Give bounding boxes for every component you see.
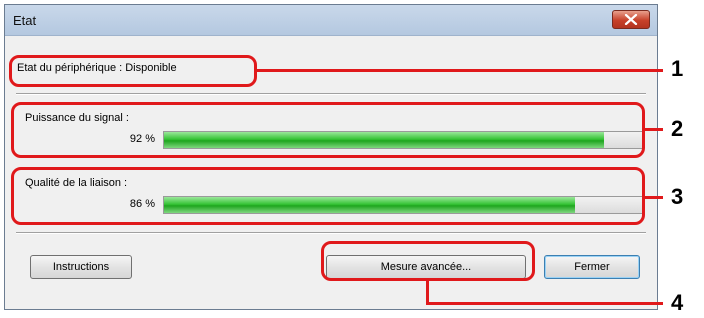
callout-line-3 — [645, 196, 663, 199]
callout-line-4-horizontal — [426, 302, 663, 305]
title-bar[interactable]: Etat — [5, 5, 657, 36]
callout-line-1 — [257, 69, 663, 72]
callout-line-2 — [645, 128, 663, 131]
callout-box-2 — [11, 102, 645, 158]
close-icon — [624, 14, 638, 25]
window-title: Etat — [13, 13, 37, 28]
callout-box-3 — [11, 167, 645, 225]
callout-number-3: 3 — [671, 184, 684, 209]
separator — [16, 232, 646, 234]
callout-number-2: 2 — [671, 116, 684, 141]
separator — [16, 93, 646, 95]
callout-box-1 — [9, 55, 257, 87]
callout-number-4: 4 — [671, 290, 684, 315]
instructions-button[interactable]: Instructions — [30, 255, 132, 279]
callout-box-4 — [321, 241, 535, 281]
close-window-button[interactable] — [612, 10, 650, 29]
callout-number-1: 1 — [671, 56, 684, 81]
close-button[interactable]: Fermer — [544, 255, 640, 279]
